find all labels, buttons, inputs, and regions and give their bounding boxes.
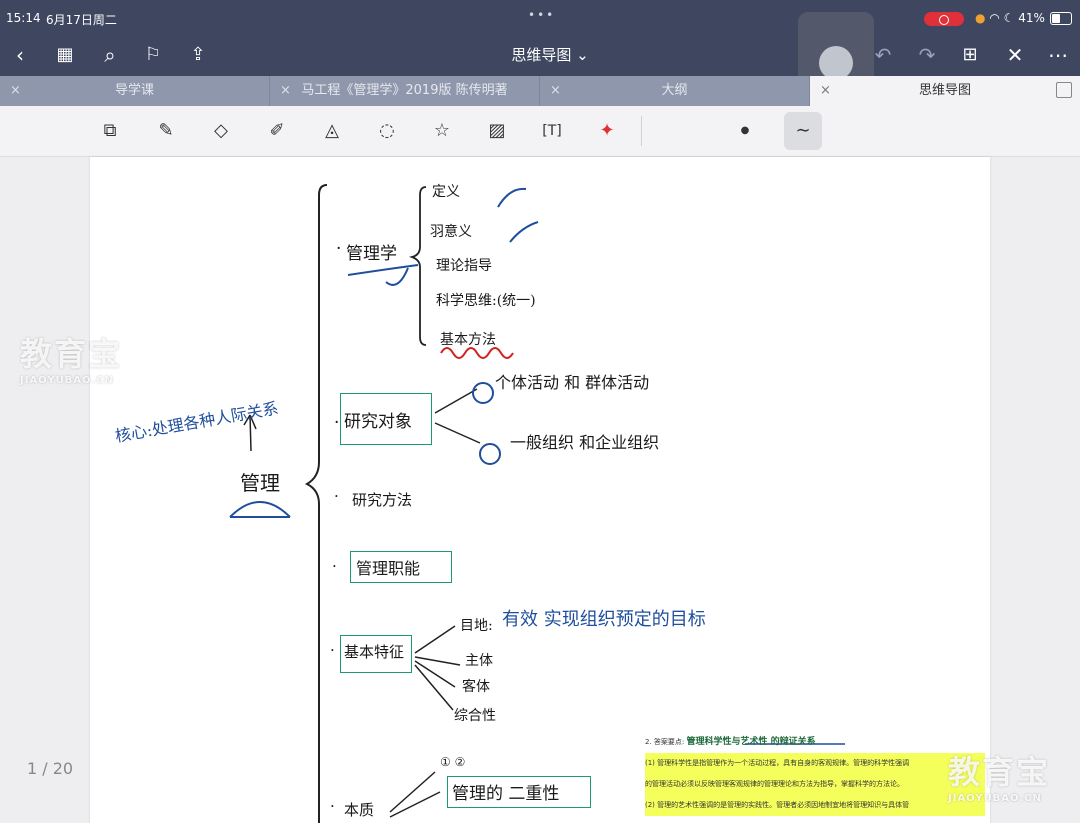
tab-outline[interactable]: × 大纲 [540, 76, 810, 106]
branch-management-functions: 管理职能 [356, 559, 421, 578]
battery-percent: 41% [1018, 11, 1045, 25]
branch-essence: 本质 [344, 801, 375, 819]
share-icon[interactable]: ⇪ [183, 40, 213, 70]
toolbar-divider [641, 116, 642, 146]
note-page[interactable]: 管理 核心:处理各种人际关系 · 管理学 定义 羽意义 理论指导 科学思维:(统… [90, 157, 990, 823]
tab-textbook[interactable]: × 马工程《管理学》2019版 陈传明著 [270, 76, 540, 106]
drawing-toolbar: ⧉ ✎ ◇ ✐ ◬ ◌ ☆ ▨ [T] ✦ ● ∼ [0, 106, 1080, 157]
tab-mindmap[interactable]: × 思维导图 [810, 76, 1080, 106]
lasso-select-icon[interactable]: ⧉ [94, 116, 126, 146]
split-view-icon[interactable] [1056, 82, 1072, 98]
document-title[interactable]: 思维导图 ⌄ [490, 44, 610, 65]
undo-icon[interactable]: ↶ [868, 40, 898, 70]
branch-bullet: · [336, 239, 342, 259]
leaf-theory-guidance: 理论指导 [436, 258, 492, 274]
watermark-brand: 教育宝 [948, 753, 1051, 791]
status-bar: 15:14 6月17日周二 ••• ● ◠ ☾ 41% [0, 0, 1080, 36]
tab-label: 马工程《管理学》2019版 陈传明著 [301, 83, 508, 98]
back-icon[interactable]: ‹ [5, 40, 35, 70]
watermark-left: 教育宝 JIAOYUBAO.CN [20, 329, 122, 386]
excerpt-paragraph-2: (2) 管理的艺术性强调的是管理的实践性。管理者必须因地制宜地将管理知识与具体管 [645, 795, 985, 816]
close-icon[interactable]: × [820, 76, 831, 106]
leaf-basic-methods: 基本方法 [440, 332, 496, 348]
leaf-comprehensive: 综合性 [454, 708, 496, 724]
more-icon[interactable]: ⋯ [1043, 40, 1073, 70]
battery-icon [1050, 12, 1072, 25]
grid-icon[interactable]: ▦ [50, 40, 80, 70]
excerpt-heading: 2. 答案要点: 管理科学性与艺术性 的辩证关系 [645, 732, 985, 753]
nav-bar: ‹ ▦ ⌕ ⚐ ⇪ 思维导图 ⌄ ↶ ↷ ⊞ ✕ ⋯ [0, 12, 1080, 94]
stroke-style-icon[interactable]: ∼ [784, 112, 822, 150]
bookmark-icon[interactable]: ⚐ [138, 40, 168, 70]
leaf-definition: 定义 [432, 184, 460, 200]
watermark-domain: JIAOYUBAO.CN [20, 375, 114, 386]
multitask-dots-icon[interactable]: ••• [528, 8, 555, 22]
search-icon[interactable]: ⌕ [95, 40, 125, 70]
image-icon[interactable]: ▨ [481, 116, 513, 146]
branch-bullet: · [334, 487, 339, 505]
close-icon[interactable]: × [550, 76, 561, 106]
leaf-goal: 目地: [460, 618, 493, 634]
branch-research-methods: 研究方法 [352, 491, 413, 509]
branch-bullet: · [330, 641, 335, 659]
status-time: 15:14 [6, 11, 41, 25]
excerpt-heading-note: 管理科学性与艺术性 的辩证关系 [686, 737, 816, 747]
sticker-icon[interactable]: ☆ [426, 116, 458, 146]
branch-basic-features: 基本特征 [344, 643, 405, 661]
add-page-icon[interactable]: ⊞ [955, 40, 985, 70]
leaf-object: 客体 [462, 679, 490, 695]
close-icon[interactable]: × [280, 76, 291, 106]
tab-label: 思维导图 [918, 83, 971, 98]
tab-bar: × 导学课 × 马工程《管理学》2019版 陈传明著 × 大纲 × 思维导图 [0, 76, 1080, 106]
leaf-individual-group: 个体活动 和 群体活动 [495, 373, 650, 392]
branch-bullet: · [334, 413, 340, 433]
stroke-size-dot-icon[interactable]: ● [729, 116, 761, 146]
status-indicators: ● ◠ ☾ 41% [975, 11, 1045, 25]
tab-label: 大纲 [661, 83, 688, 98]
watermark-domain: JIAOYUBAO.CN [948, 793, 1042, 804]
branch-management-science: 管理学 [346, 244, 397, 264]
excerpt-paragraph-1: (1) 管理科学性是指管理作为一个活动过程，具有自身的客观规律。管理的科学性强调 [645, 753, 985, 774]
wifi-icon: ◠ [989, 11, 1000, 25]
highlighter-icon[interactable]: ✐ [261, 116, 293, 146]
status-date: 6月17日周二 [46, 13, 117, 27]
root-node: 管理 [240, 471, 280, 495]
lasso-icon[interactable]: ◌ [371, 116, 403, 146]
tab-label: 导学课 [114, 83, 154, 98]
excerpt-paragraph-1b: 的管理活动必须以反映管理客观规律的管理理论和方法为指导，掌握科学的方法论。 [645, 774, 985, 795]
branch-research-object: 研究对象 [344, 412, 412, 432]
pen-icon[interactable]: ✎ [150, 116, 182, 146]
tab-guide[interactable]: × 导学课 [0, 76, 270, 106]
redo-icon[interactable]: ↷ [912, 40, 942, 70]
screen-recording-icon[interactable] [924, 12, 964, 26]
close-edit-icon[interactable]: ✕ [1000, 40, 1030, 70]
watermark-brand: 教育宝 [20, 335, 123, 373]
mindmap-strokes [229, 184, 845, 823]
shapes-icon[interactable]: ◬ [316, 116, 348, 146]
leaf-numbers: ① ② [440, 755, 466, 769]
leaf-significance: 羽意义 [430, 224, 472, 240]
page-indicator: 1 / 20 [27, 759, 74, 778]
moon-icon: ☾ [1003, 11, 1015, 25]
branch-bullet: · [330, 797, 335, 815]
orange-dot-icon: ● [975, 11, 986, 25]
leaf-duality: 管理的 二重性 [452, 784, 560, 804]
branch-bullet: · [332, 557, 337, 575]
leaf-organizations: 一般组织 和企业组织 [510, 433, 660, 452]
eraser-icon[interactable]: ◇ [205, 116, 237, 146]
close-icon[interactable]: × [10, 76, 21, 106]
laser-pointer-icon[interactable]: ✦ [591, 116, 623, 146]
leaf-subject: 主体 [465, 653, 493, 669]
leaf-scientific-thinking: 科学思维:(统一) [436, 293, 536, 309]
excerpt-heading-label: 2. 答案要点: [645, 738, 685, 746]
watermark-right: 教育宝 JIAOYUBAO.CN [948, 747, 1050, 804]
pasted-answer-excerpt: 2. 答案要点: 管理科学性与艺术性 的辩证关系 (1) 管理科学性是指管理作为… [645, 732, 985, 816]
leaf-goal-note: 有效 实现组织预定的目标 [502, 609, 706, 630]
text-icon[interactable]: [T] [536, 116, 568, 146]
document-canvas[interactable]: 管理 核心:处理各种人际关系 · 管理学 定义 羽意义 理论指导 科学思维:(统… [0, 157, 1080, 823]
